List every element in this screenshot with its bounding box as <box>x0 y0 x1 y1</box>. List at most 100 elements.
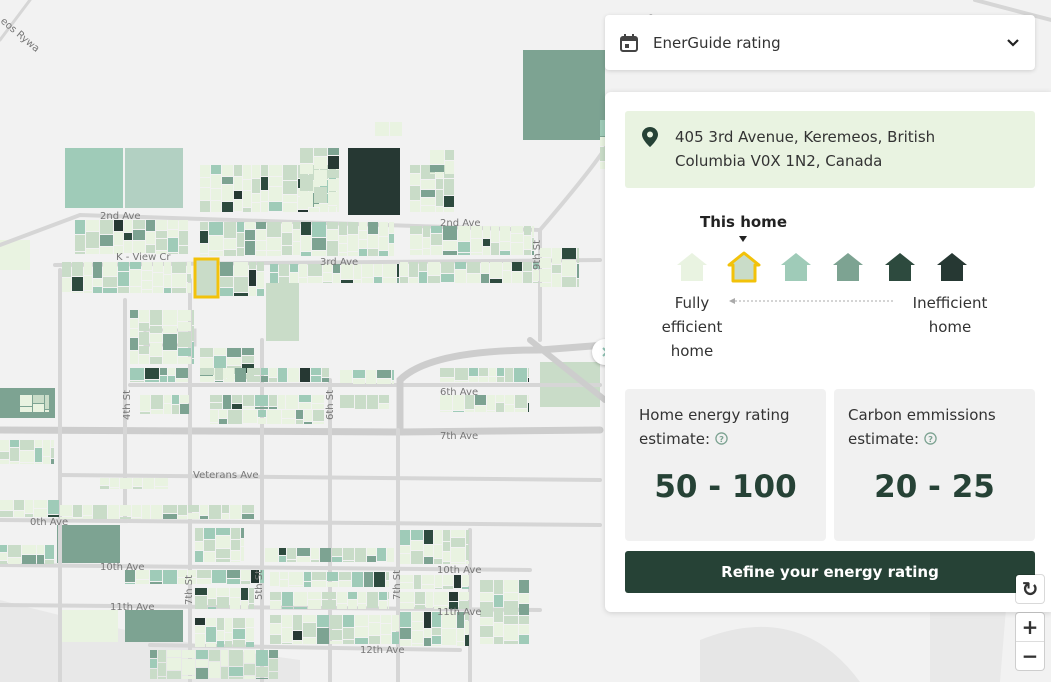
parcel[interactable] <box>540 283 551 287</box>
parcel[interactable] <box>426 592 433 608</box>
parcel[interactable] <box>293 641 302 644</box>
parcel[interactable] <box>269 407 277 409</box>
parcel[interactable] <box>145 368 159 379</box>
parcel[interactable] <box>222 177 233 184</box>
parcel[interactable] <box>156 231 167 238</box>
parcel[interactable] <box>504 616 518 624</box>
chevron-down-icon[interactable] <box>1005 35 1021 51</box>
parcel[interactable] <box>339 253 347 256</box>
parcel[interactable] <box>237 248 244 256</box>
parcel[interactable] <box>100 486 109 489</box>
parcel[interactable] <box>577 264 579 278</box>
parcel[interactable] <box>303 623 316 637</box>
parcel[interactable] <box>364 572 373 587</box>
parcel[interactable] <box>142 271 152 280</box>
parcel[interactable] <box>309 208 319 212</box>
parcel[interactable] <box>443 562 450 564</box>
parcel[interactable] <box>440 411 452 412</box>
parcel[interactable] <box>377 370 391 378</box>
parcel[interactable] <box>130 287 141 293</box>
parcel[interactable] <box>339 222 347 235</box>
parcel[interactable] <box>412 612 423 621</box>
parcel[interactable] <box>317 615 329 627</box>
parcel[interactable] <box>215 368 223 380</box>
parcel[interactable] <box>86 249 99 254</box>
parcel[interactable] <box>358 592 366 603</box>
parcel[interactable] <box>532 226 534 237</box>
parcel[interactable] <box>204 528 215 539</box>
parcel[interactable] <box>133 230 145 240</box>
parcel[interactable] <box>359 231 367 239</box>
parcel[interactable] <box>424 530 433 544</box>
parcel[interactable] <box>322 592 336 599</box>
parcel[interactable] <box>410 174 420 185</box>
parcel[interactable] <box>400 277 408 283</box>
parcel[interactable] <box>415 592 425 604</box>
parcel[interactable] <box>231 561 240 562</box>
parcel[interactable] <box>192 310 194 325</box>
parcel[interactable] <box>333 274 340 283</box>
parcel[interactable] <box>158 677 166 679</box>
parcel[interactable] <box>400 554 410 564</box>
parcel[interactable] <box>233 629 245 639</box>
parcel[interactable] <box>252 203 260 212</box>
parcel[interactable] <box>504 625 518 640</box>
parcel[interactable] <box>200 231 208 243</box>
parcel[interactable] <box>415 605 425 609</box>
parcel[interactable] <box>211 189 221 200</box>
parcel[interactable] <box>182 659 195 675</box>
parcel[interactable] <box>257 272 264 288</box>
parcel[interactable] <box>43 440 50 456</box>
parcel[interactable] <box>33 404 44 412</box>
parcel[interactable] <box>511 226 523 233</box>
parcel[interactable] <box>256 678 268 679</box>
parcel[interactable] <box>130 319 138 328</box>
parcel[interactable] <box>139 355 149 364</box>
parcel[interactable] <box>220 288 233 296</box>
parcel[interactable] <box>75 235 85 251</box>
parcel[interactable] <box>424 638 431 646</box>
parcel[interactable] <box>279 548 286 555</box>
parcel[interactable] <box>10 462 19 464</box>
parcel[interactable] <box>494 595 503 607</box>
parcel[interactable] <box>62 262 71 277</box>
parcel[interactable] <box>500 251 510 255</box>
parcel[interactable] <box>243 208 251 212</box>
parcel[interactable] <box>279 277 289 283</box>
parcel[interactable] <box>430 150 444 164</box>
parcel[interactable] <box>339 244 347 252</box>
parcel[interactable] <box>503 271 511 283</box>
parcel[interactable] <box>232 395 242 403</box>
parcel[interactable] <box>209 236 223 250</box>
parcel[interactable] <box>83 505 92 515</box>
parcel[interactable] <box>43 457 50 464</box>
parcel[interactable] <box>283 181 297 194</box>
parcel[interactable] <box>343 561 354 562</box>
parcel[interactable] <box>270 615 281 623</box>
parcel[interactable] <box>150 310 162 325</box>
parcel[interactable] <box>322 368 329 377</box>
parcel[interactable] <box>400 262 408 276</box>
parcel[interactable] <box>375 122 389 136</box>
parcel[interactable] <box>60 505 72 516</box>
parcel[interactable] <box>381 635 391 644</box>
parcel[interactable] <box>172 395 179 404</box>
parcel[interactable] <box>216 559 230 562</box>
parcel[interactable] <box>434 530 442 544</box>
parcel[interactable] <box>0 440 9 451</box>
parcel[interactable] <box>241 547 244 561</box>
parcel[interactable] <box>244 676 255 679</box>
parcel[interactable] <box>20 407 32 412</box>
parcel[interactable] <box>237 233 244 247</box>
parcel[interactable] <box>312 581 326 587</box>
parcel[interactable] <box>234 277 248 292</box>
parcel[interactable] <box>150 343 162 356</box>
parcel[interactable] <box>421 198 435 205</box>
parcel[interactable] <box>436 179 443 189</box>
parcel[interactable] <box>178 332 191 347</box>
parcel[interactable] <box>505 368 513 382</box>
parcel[interactable] <box>45 395 49 409</box>
parcel[interactable] <box>158 663 166 676</box>
parcel[interactable] <box>150 582 162 584</box>
parcel[interactable] <box>200 505 208 515</box>
